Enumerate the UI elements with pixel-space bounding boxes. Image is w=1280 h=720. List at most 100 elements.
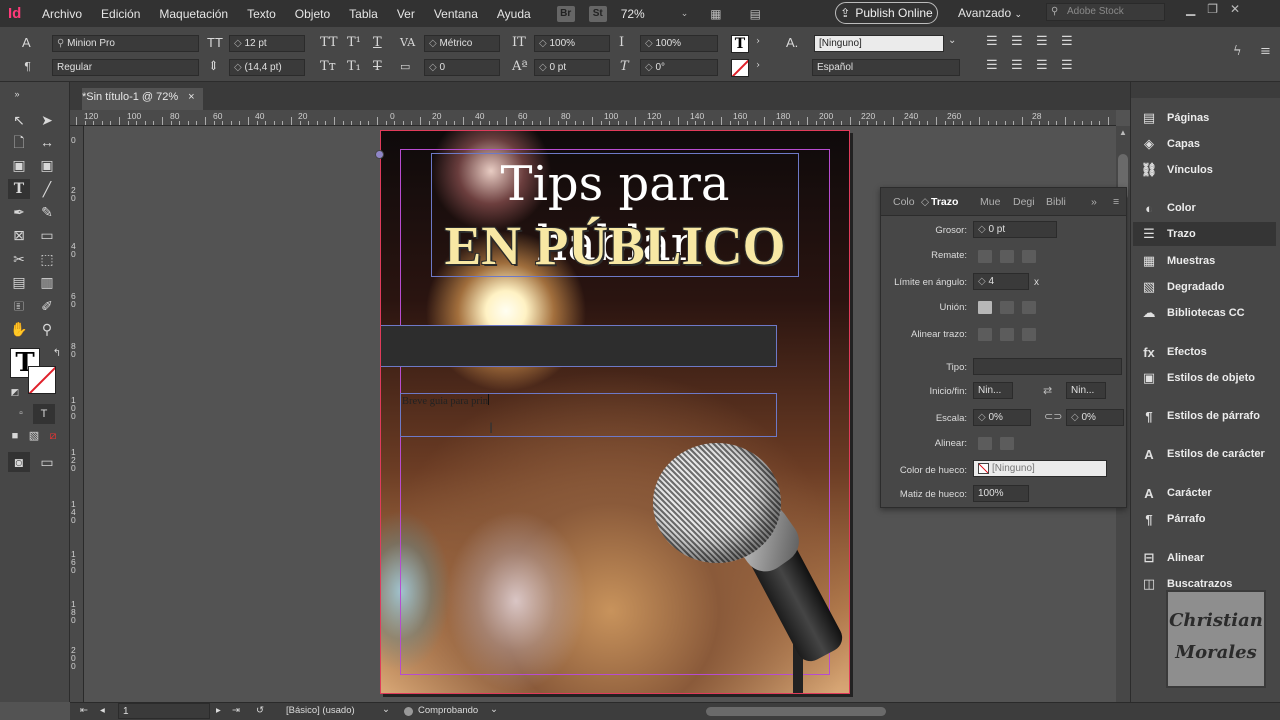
arrange-icon[interactable]: ▤ — [750, 7, 761, 21]
gap-tint-field[interactable]: 100% — [973, 485, 1029, 502]
menu-objeto[interactable]: Objeto — [295, 7, 330, 21]
dock-item-pages[interactable]: ▤ Páginas — [1139, 106, 1209, 130]
dark-band-rectangle[interactable] — [381, 325, 777, 367]
chevron-right-icon[interactable]: › — [756, 36, 760, 47]
superscript-icon[interactable]: T¹ — [347, 35, 361, 50]
close-icon[interactable]: × — [188, 91, 194, 110]
gradient-swatch-tool-icon[interactable]: ▤ — [8, 272, 30, 292]
type-field[interactable] — [973, 358, 1122, 375]
content-placer-icon[interactable]: ▣ — [36, 155, 58, 175]
direct-selection-tool-icon[interactable]: ➤ — [36, 110, 58, 130]
pen-tool-icon[interactable]: ✒ — [8, 202, 30, 222]
extend-tip-button[interactable] — [978, 437, 992, 450]
menu-edicion[interactable]: Edición — [101, 7, 140, 21]
strikethrough-icon[interactable]: T — [373, 59, 382, 74]
skew-field[interactable]: ◇ 0° — [640, 59, 718, 76]
frame-handle-icon[interactable] — [375, 150, 384, 159]
spinner-icon[interactable]: ◇ — [1071, 412, 1081, 423]
spinner-icon[interactable]: ◇ — [234, 62, 244, 73]
place-tip-button[interactable] — [1000, 437, 1014, 450]
free-transform-tool-icon[interactable]: ⬚ — [36, 249, 58, 269]
normal-view-icon[interactable]: ◙ — [8, 452, 30, 472]
horizontal-ruler[interactable]: 120 100 80 60 40 20 0 20 40 60 80 100 120 140 160 180 20… — [70, 110, 1116, 126]
dock-item-character-styles[interactable]: A Estilos de carácter — [1139, 442, 1265, 466]
language-field[interactable]: Español — [812, 59, 960, 76]
scale-end-field[interactable]: ◇ 0% — [1066, 409, 1124, 426]
start-field[interactable]: Nin... — [973, 382, 1013, 399]
chevron-right-icon[interactable]: › — [756, 60, 760, 71]
vertical-ruler[interactable]: 0 2 0 4 0 6 0 8 0 1 0 0 1 2 0 1 4 0 1 6 0 1 8 0 2 … — [70, 126, 84, 702]
screen-mode-icon[interactable]: ▦ — [710, 7, 721, 21]
butt-cap-button[interactable] — [978, 250, 992, 263]
character-mode-icon[interactable]: A — [22, 35, 31, 50]
tab-libraries[interactable]: Bibli — [1046, 196, 1066, 208]
chevron-down-icon[interactable]: ⌄ — [490, 704, 498, 715]
eyedropper-tool-icon[interactable]: ✐ — [36, 296, 58, 316]
restore-icon[interactable]: ❐ — [1207, 2, 1218, 16]
expand-icon[interactable]: » — [1091, 196, 1097, 208]
menu-ayuda[interactable]: Ayuda — [497, 7, 531, 21]
tab-color[interactable]: Colo — [893, 196, 915, 208]
next-page-icon[interactable]: ▸ — [216, 705, 221, 716]
bevel-join-button[interactable] — [1022, 301, 1036, 314]
tab-gradient[interactable]: Degi — [1013, 196, 1035, 208]
formatting-text-icon[interactable]: T — [33, 404, 55, 424]
pencil-tool-icon[interactable]: ✎ — [36, 202, 58, 222]
swap-fill-stroke-icon[interactable]: ↰ — [46, 344, 68, 364]
dock-item-character[interactable]: A Carácter — [1139, 481, 1211, 505]
menu-texto[interactable]: Texto — [247, 7, 276, 21]
title-text-frame[interactable]: Tips para hablar EN PÚBLICO — [431, 153, 799, 277]
stroke-none-swatch[interactable] — [731, 59, 749, 77]
scissors-tool-icon[interactable]: ✂ — [8, 249, 30, 269]
first-page-icon[interactable]: ⇤ — [80, 705, 88, 716]
miter-join-button[interactable] — [978, 301, 992, 314]
tab-stroke[interactable]: Trazo — [931, 196, 958, 208]
last-page-icon[interactable]: ⇥ — [232, 705, 240, 716]
stock-button[interactable]: St — [588, 5, 607, 22]
subtitle-text-frame[interactable]: Breve guia para prin — [400, 393, 777, 437]
dock-grip[interactable] — [1131, 82, 1280, 98]
scroll-up-icon[interactable]: ▲ — [1119, 128, 1127, 137]
weight-field[interactable]: ◇ 0 pt — [973, 221, 1057, 238]
preview-mode-icon[interactable]: ▭ — [36, 452, 58, 472]
vertical-scale-field[interactable]: ◇ 100% — [534, 35, 610, 52]
subscript-icon[interactable]: T₁ — [347, 59, 361, 74]
note-tool-icon[interactable]: 🗉 — [8, 296, 30, 316]
minimize-icon[interactable]: ▁ — [1186, 2, 1195, 16]
line-tool-icon[interactable]: ╱ — [36, 179, 58, 199]
menu-archivo[interactable]: Archivo — [42, 7, 82, 21]
default-fill-stroke-icon[interactable]: ◩ — [4, 382, 26, 402]
preflight-status[interactable]: Comprobando — [418, 705, 478, 716]
align-center-icon[interactable]: ☰ — [1011, 34, 1023, 49]
panel-menu-icon[interactable]: ≡ — [1113, 196, 1119, 208]
align-right-icon[interactable]: ☰ — [1036, 34, 1048, 49]
scale-start-field[interactable]: ◇ 0% — [973, 409, 1031, 426]
dock-item-effects[interactable]: fx Efectos — [1139, 340, 1207, 364]
stroke-swatch[interactable] — [28, 366, 56, 394]
close-icon[interactable]: ✕ — [1230, 2, 1240, 16]
master-page[interactable]: [Básico] (usado) — [286, 705, 355, 716]
gap-color-field[interactable]: [Ninguno] — [973, 460, 1107, 477]
dock-item-object-styles[interactable]: ▣ Estilos de objeto — [1139, 366, 1255, 390]
all-caps-icon[interactable]: TT — [320, 35, 338, 50]
character-style-field[interactable]: [Ninguno] — [814, 35, 944, 52]
spinner-icon[interactable]: ◇ — [645, 38, 655, 49]
publish-online-button[interactable]: ⇪ Publish Online — [835, 2, 938, 24]
tab-swatches[interactable]: Mue — [980, 196, 1000, 208]
prev-page-icon[interactable]: ◂ — [100, 705, 105, 716]
spinner-icon[interactable]: ◇ — [645, 62, 655, 73]
hand-tool-icon[interactable]: ✋ — [8, 319, 30, 339]
rectangle-tool-icon[interactable]: ▭ — [36, 225, 58, 245]
end-field[interactable]: Nin... — [1066, 382, 1106, 399]
adobe-stock-search[interactable]: ⚲ Adobe Stock — [1046, 3, 1165, 21]
workspace-switcher[interactable]: Avanzado ⌄ — [958, 6, 1022, 20]
spinner-icon[interactable]: ◇ — [978, 224, 988, 235]
baseline-shift-field[interactable]: ◇ 0 pt — [534, 59, 610, 76]
font-style-field[interactable]: Regular — [52, 59, 199, 76]
dock-item-stroke[interactable]: ☰ Trazo — [1133, 222, 1276, 246]
quick-apply-icon[interactable]: ϟ — [1233, 44, 1242, 59]
font-family-field[interactable]: ⚲ Minion Pro — [52, 35, 199, 52]
horizontal-scale-field[interactable]: ◇ 100% — [640, 35, 718, 52]
justify-all-icon[interactable]: ☰ — [1036, 58, 1048, 73]
font-size-field[interactable]: ◇ 12 pt — [229, 35, 305, 52]
